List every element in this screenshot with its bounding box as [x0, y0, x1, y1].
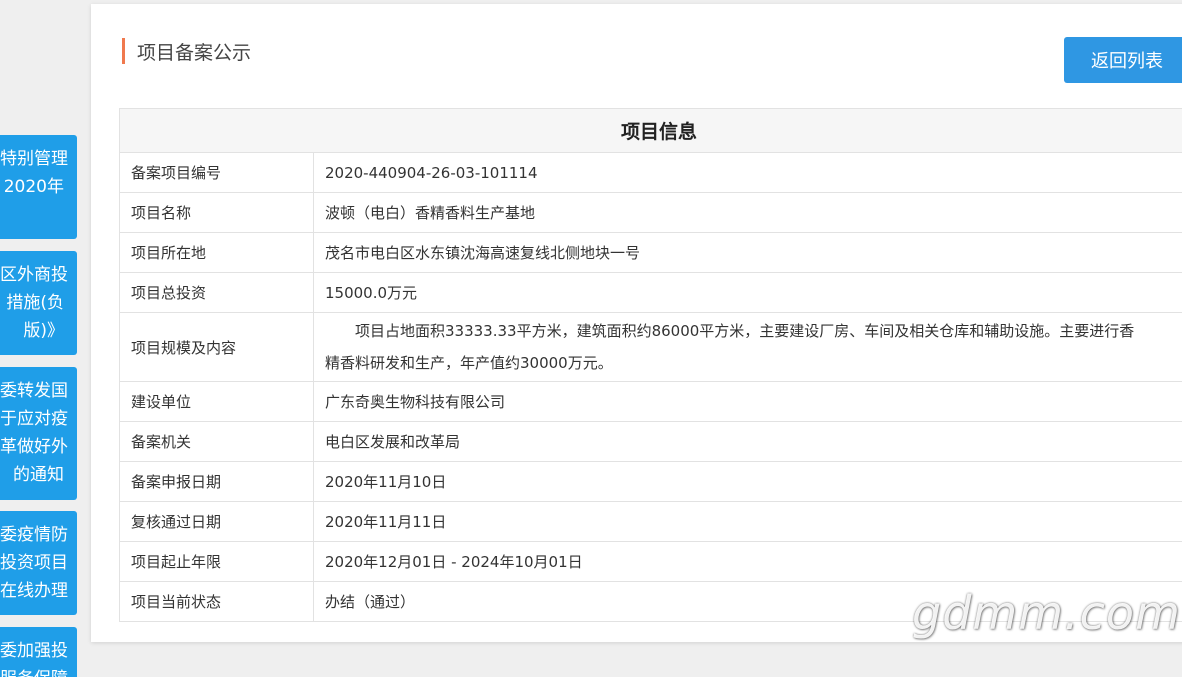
sidebar-notice-2[interactable]: 区外商投 措施(负 版)》: [0, 251, 77, 355]
section-header: 项目备案公示: [122, 38, 251, 64]
row-label: 建设单位: [119, 381, 314, 422]
table-title: 项目信息: [119, 108, 1182, 153]
sidebar-notice-3[interactable]: 委转发国 于应对疫 革做好外 的通知: [0, 367, 77, 500]
sidebar-notice-2-line: 区外商投: [0, 265, 68, 285]
table-row: 备案项目编号 2020-440904-26-03-101114: [119, 152, 1182, 193]
sidebar-notice-2-line: 措施(负: [6, 293, 64, 313]
sidebar-notice-4-line: 在线办理: [0, 581, 68, 601]
table-header-row: 项目信息: [119, 108, 1182, 153]
back-to-list-button[interactable]: 返回列表: [1064, 37, 1182, 83]
project-detail-card: 项目备案公示 返回列表 项目信息 备案项目编号 2020-440904-26-0…: [91, 4, 1182, 642]
sidebar-notice-4-line: 投资项目: [0, 553, 68, 573]
row-value: 广东奇奥生物科技有限公司: [313, 381, 1182, 422]
table-row: 复核通过日期 2020年11月11日: [119, 501, 1182, 542]
sidebar-notice-3-line: 革做好外: [0, 437, 68, 457]
table-row: 建设单位 广东奇奥生物科技有限公司: [119, 381, 1182, 422]
row-value: 2020-440904-26-03-101114: [313, 152, 1182, 193]
project-info-table: 项目信息 备案项目编号 2020-440904-26-03-101114 项目名…: [119, 108, 1182, 622]
site-watermark: gdmm.com: [912, 586, 1181, 640]
sidebar-notice-1-line: 特别管理: [0, 149, 68, 169]
row-label: 备案申报日期: [119, 461, 314, 502]
section-title: 项目备案公示: [137, 41, 252, 64]
sidebar-notice-2-line: 版)》: [23, 321, 64, 341]
row-label: 项目所在地: [119, 232, 314, 273]
row-value-line: 精香料研发和生产，年产值约30000万元。: [325, 354, 613, 372]
row-label: 备案机关: [119, 421, 314, 462]
table-row: 项目所在地 茂名市电白区水东镇沈海高速复线北侧地块一号: [119, 232, 1182, 273]
row-value: 15000.0万元: [313, 272, 1182, 313]
row-value: 项目占地面积33333.33平方米，建筑面积约86000平方米，主要建设厂房、车…: [313, 312, 1182, 382]
page: 特别管理 2020年 区外商投 措施(负 版)》 委转发国 于应对疫 革做好外 …: [0, 0, 1182, 677]
section-accent-bar: [122, 38, 125, 64]
sidebar-notice-3-line: 的通知: [13, 465, 64, 485]
sidebar-notice-5-line: 服务保障: [0, 665, 77, 677]
row-label: 复核通过日期: [119, 501, 314, 542]
row-value: 2020年11月11日: [313, 501, 1182, 542]
table-row: 项目名称 波顿（电白）香精香料生产基地: [119, 192, 1182, 233]
sidebar-notice-3-line: 委转发国: [0, 381, 68, 401]
row-label: 项目起止年限: [119, 541, 314, 582]
table-row: 备案机关 电白区发展和改革局: [119, 421, 1182, 462]
row-value: 2020年11月10日: [313, 461, 1182, 502]
sidebar-notice-4-line: 委疫情防: [0, 525, 68, 545]
row-label: 项目总投资: [119, 272, 314, 313]
table-row: 项目总投资 15000.0万元: [119, 272, 1182, 313]
row-value: 波顿（电白）香精香料生产基地: [313, 192, 1182, 233]
sidebar-notice-1-line: 2020年: [3, 177, 64, 197]
sidebar-notice-3-line: 于应对疫: [0, 409, 68, 429]
table-row: 项目起止年限 2020年12月01日 - 2024年10月01日: [119, 541, 1182, 582]
sidebar-notice-5-line: 委加强投: [0, 641, 68, 661]
row-label: 备案项目编号: [119, 152, 314, 193]
table-row: 项目规模及内容 项目占地面积33333.33平方米，建筑面积约86000平方米，…: [119, 312, 1182, 382]
sidebar-notice-4[interactable]: 委疫情防 投资项目 在线办理: [0, 511, 77, 615]
row-value: 茂名市电白区水东镇沈海高速复线北侧地块一号: [313, 232, 1182, 273]
row-value-line: 项目占地面积33333.33平方米，建筑面积约86000平方米，主要建设厂房、车…: [355, 322, 1135, 340]
row-label: 项目规模及内容: [119, 312, 314, 382]
row-label: 项目当前状态: [119, 581, 314, 622]
row-value: 2020年12月01日 - 2024年10月01日: [313, 541, 1182, 582]
table-row: 备案申报日期 2020年11月10日: [119, 461, 1182, 502]
sidebar-notice-1[interactable]: 特别管理 2020年: [0, 135, 77, 239]
row-value: 电白区发展和改革局: [313, 421, 1182, 462]
sidebar-notice-5[interactable]: 委加强投 服务保障: [0, 627, 77, 677]
row-label: 项目名称: [119, 192, 314, 233]
